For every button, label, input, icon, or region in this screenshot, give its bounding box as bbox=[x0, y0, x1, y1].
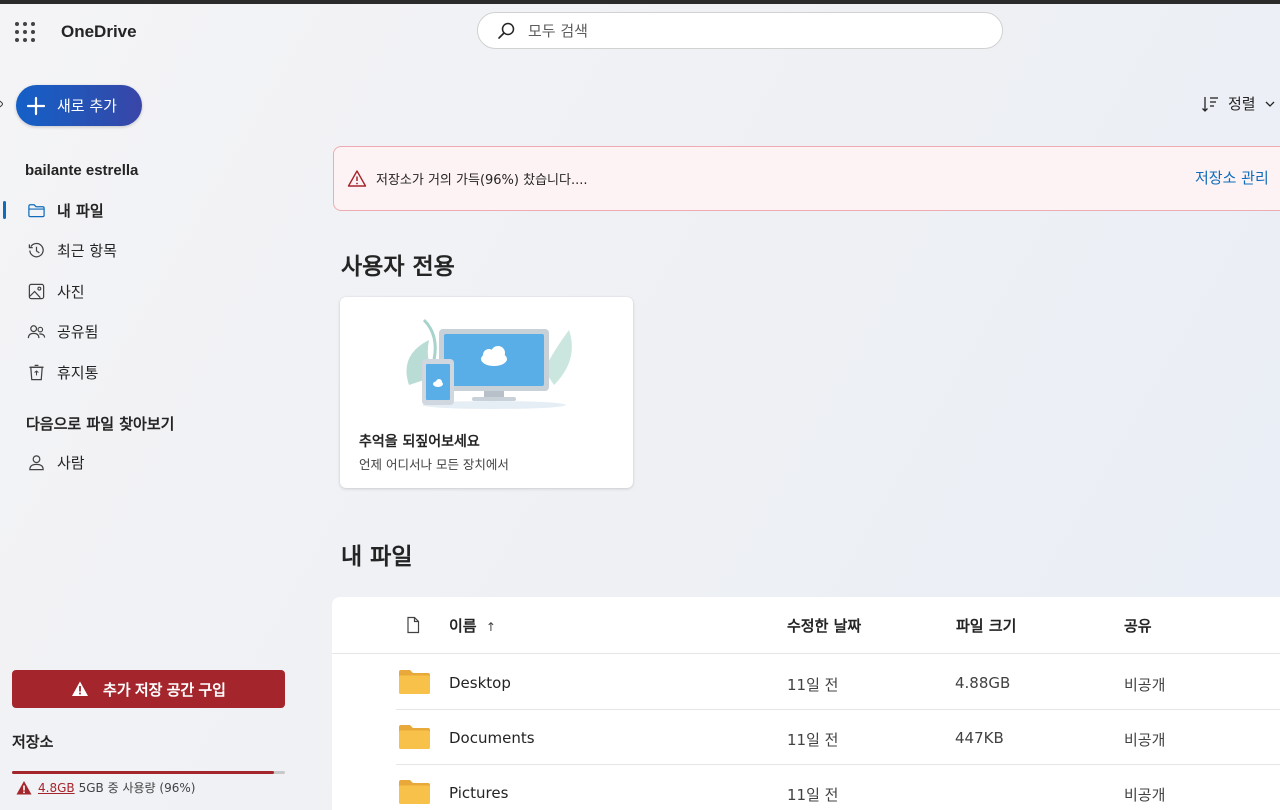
sidebar-item-shared[interactable]: 공유됨 bbox=[0, 313, 300, 349]
app-brand[interactable]: OneDrive bbox=[61, 22, 137, 42]
files-table-header: 이름 ↑ 수정한 날짜 파일 크기 공유 bbox=[332, 597, 1280, 654]
table-row[interactable]: Pictures 11일 전 비공개 bbox=[396, 765, 1280, 810]
search-icon bbox=[498, 22, 515, 39]
chevron-down-icon bbox=[1265, 101, 1275, 107]
folder-icon bbox=[399, 670, 430, 694]
sidebar-item-label: 내 파일 bbox=[57, 201, 104, 220]
plus-icon bbox=[26, 96, 46, 115]
devices-cloud-illustration bbox=[406, 318, 572, 409]
file-name[interactable]: Documents bbox=[449, 729, 535, 747]
storage-progress-fill bbox=[12, 771, 275, 774]
sidebar-item-label: 최근 항목 bbox=[57, 241, 117, 260]
recycle-bin-icon bbox=[29, 364, 44, 380]
sidebar-item-my-files[interactable]: 내 파일 bbox=[0, 192, 300, 228]
warning-icon bbox=[16, 780, 32, 794]
folder-icon bbox=[399, 725, 430, 749]
sidebar-item-label: 공유됨 bbox=[57, 322, 99, 341]
file-name[interactable]: Desktop bbox=[449, 674, 511, 692]
search-box[interactable] bbox=[477, 12, 1003, 49]
file-modified: 11일 전 bbox=[787, 676, 839, 694]
sidebar: 새로 추가 bailante estrella 내 파일 최근 항목 사진 공유… bbox=[0, 60, 300, 810]
warning-icon bbox=[347, 169, 367, 187]
buy-storage-label: 추가 저장 공간 구입 bbox=[103, 681, 226, 699]
sidebar-item-recent[interactable]: 최근 항목 bbox=[0, 232, 300, 268]
people-icon bbox=[27, 324, 46, 338]
column-header-size[interactable]: 파일 크기 bbox=[956, 615, 1016, 636]
sidebar-item-recycle-bin[interactable]: 휴지통 bbox=[0, 354, 300, 390]
sidebar-item-label: 사진 bbox=[57, 282, 85, 301]
buy-storage-button[interactable]: 추가 저장 공간 구입 bbox=[12, 670, 285, 708]
file-size: 447KB bbox=[955, 729, 1004, 747]
header: OneDrive bbox=[0, 4, 1280, 60]
file-name[interactable]: Pictures bbox=[449, 784, 508, 802]
table-row[interactable]: Documents 11일 전 447KB 비공개 bbox=[396, 710, 1280, 765]
column-header-modified[interactable]: 수정한 날짜 bbox=[787, 615, 861, 636]
manage-storage-link[interactable]: 저장소 관리 bbox=[1195, 167, 1269, 188]
file-sharing: 비공개 bbox=[1124, 731, 1166, 749]
storage-warning-message: 저장소가 거의 가득(96%) 찼습니다.... bbox=[376, 173, 588, 188]
browse-section-title: 다음으로 파일 찾아보기 bbox=[26, 415, 175, 433]
folder-icon bbox=[399, 780, 430, 804]
sidebar-item-photos[interactable]: 사진 bbox=[0, 273, 300, 309]
storage-progress-bar bbox=[12, 771, 285, 774]
memories-card-subtitle: 언제 어디서나 모든 장치에서 bbox=[359, 457, 509, 472]
folder-icon bbox=[28, 203, 45, 217]
warning-icon bbox=[72, 681, 89, 696]
column-header-name[interactable]: 이름 ↑ bbox=[449, 615, 496, 636]
column-header-name-label: 이름 bbox=[449, 617, 477, 635]
memories-card[interactable]: 추억을 되짚어보세요 언제 어디서나 모든 장치에서 bbox=[340, 297, 633, 488]
memories-card-title: 추억을 되짚어보세요 bbox=[359, 434, 480, 450]
sort-label: 정렬 bbox=[1228, 95, 1256, 113]
collapse-edge-icon[interactable] bbox=[0, 97, 3, 111]
storage-warning-banner: 저장소가 거의 가득(96%) 찼습니다.... 저장소 관리 bbox=[333, 146, 1280, 211]
storage-title: 저장소 bbox=[12, 733, 54, 751]
table-row[interactable]: Desktop 11일 전 4.88GB 비공개 bbox=[396, 655, 1280, 710]
search-input[interactable] bbox=[528, 21, 948, 40]
sort-icon bbox=[1202, 96, 1218, 112]
files-table: 이름 ↑ 수정한 날짜 파일 크기 공유 Desktop 11일 전 4.88G… bbox=[332, 597, 1280, 810]
sort-ascending-icon: ↑ bbox=[485, 620, 496, 634]
my-files-title: 내 파일 bbox=[341, 544, 413, 570]
storage-used-link[interactable]: 4.8GB bbox=[38, 781, 75, 795]
file-modified: 11일 전 bbox=[787, 786, 839, 804]
sidebar-item-label: 사람 bbox=[57, 453, 85, 472]
file-type-icon[interactable] bbox=[404, 616, 422, 634]
image-icon bbox=[28, 283, 45, 299]
sidebar-item-label: 휴지통 bbox=[57, 363, 99, 382]
file-sharing: 비공개 bbox=[1124, 786, 1166, 804]
for-you-title: 사용자 전용 bbox=[341, 254, 455, 280]
file-size: 4.88GB bbox=[955, 674, 1011, 692]
file-sharing: 비공개 bbox=[1124, 676, 1166, 694]
person-icon bbox=[29, 454, 44, 470]
app-launcher-icon[interactable] bbox=[15, 22, 35, 42]
file-modified: 11일 전 bbox=[787, 731, 839, 749]
history-icon bbox=[28, 242, 44, 257]
add-new-button[interactable]: 새로 추가 bbox=[16, 85, 142, 126]
column-header-sharing[interactable]: 공유 bbox=[1124, 615, 1152, 636]
sidebar-item-people[interactable]: 사람 bbox=[0, 444, 300, 480]
storage-total-text: 5GB 중 사용량 (96%) bbox=[78, 781, 196, 795]
sort-button[interactable]: 정렬 bbox=[1201, 93, 1276, 114]
add-new-label: 새로 추가 bbox=[57, 97, 117, 115]
storage-info: 4.8GB 5GB 중 사용량 (96%) bbox=[16, 779, 195, 796]
account-name: bailante estrella bbox=[25, 162, 139, 179]
